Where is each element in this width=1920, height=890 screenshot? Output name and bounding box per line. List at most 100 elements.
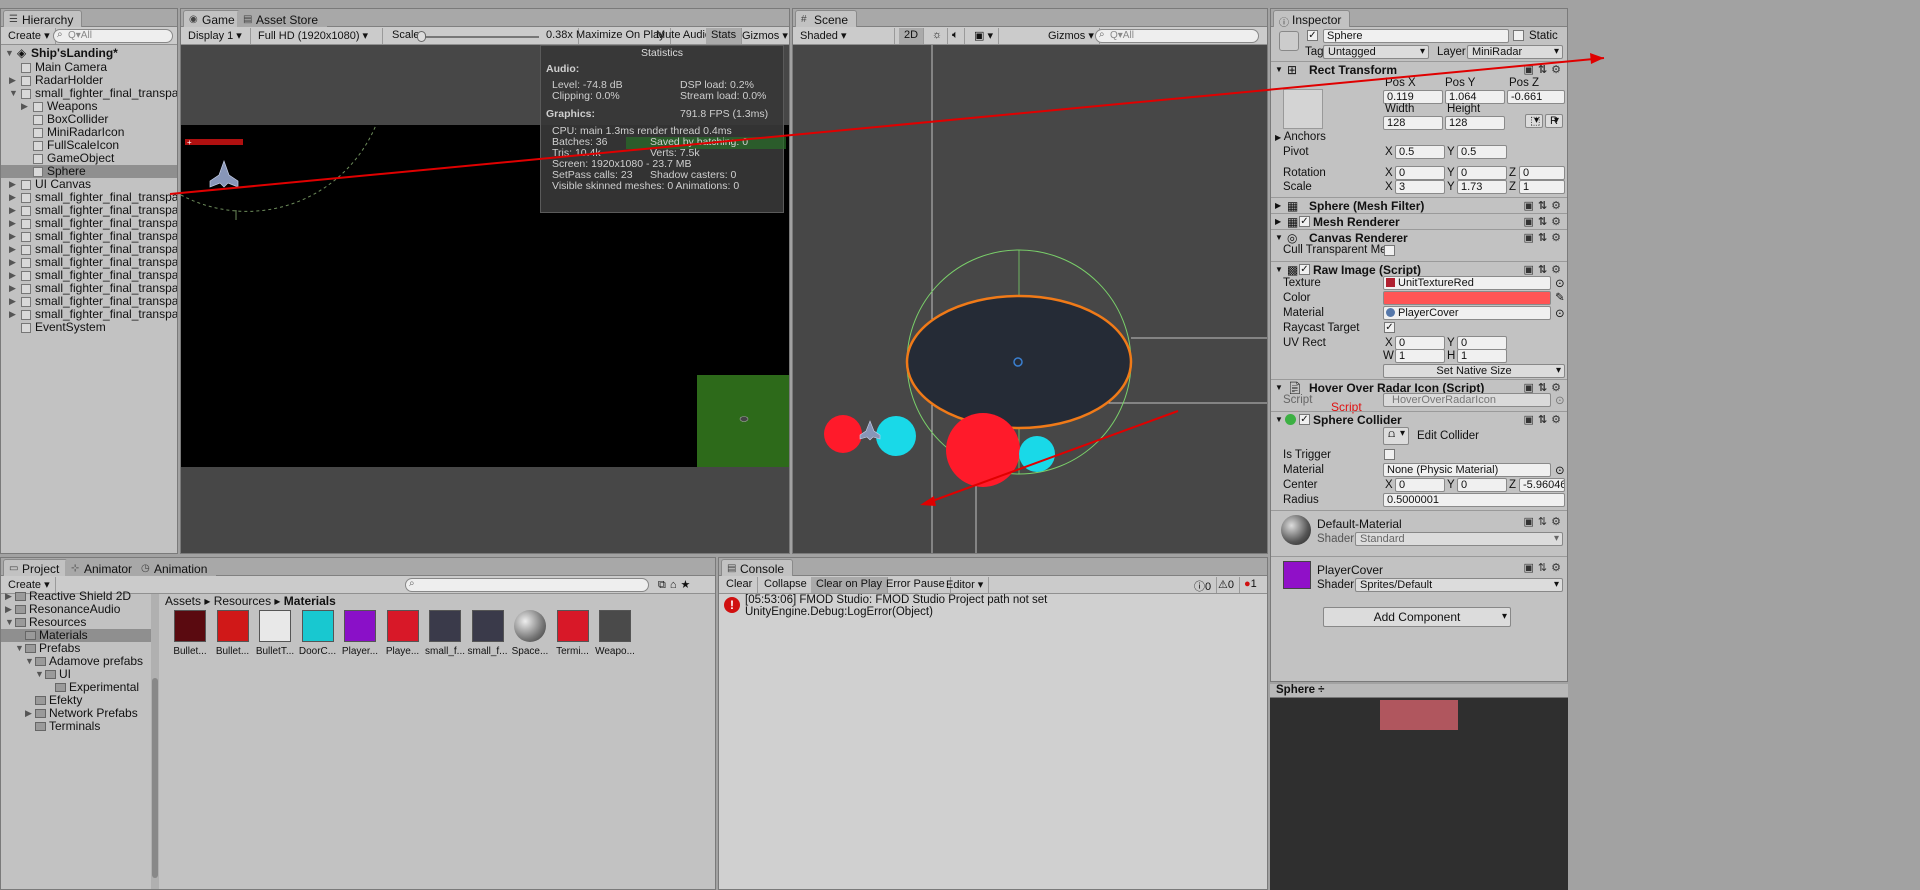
asset-item[interactable]: Player... (338, 610, 382, 657)
component-menu-icons[interactable]: ▣⇅⚙ (1524, 515, 1565, 528)
console-clear-button[interactable]: Clear (721, 577, 759, 593)
expand-arrow-icon[interactable]: ▶ (9, 178, 16, 191)
2d-toggle[interactable]: 2D (899, 28, 925, 44)
hierarchy-item[interactable]: GameObject (1, 152, 177, 165)
raycast-checkbox[interactable]: ✓ (1384, 322, 1395, 333)
effects-dropdown-icon[interactable]: ▣ ▾ (969, 28, 999, 44)
expand-arrow-icon[interactable]: ▶ (9, 74, 16, 87)
component-menu-icons[interactable]: ▣⇅⚙ (1524, 62, 1565, 78)
eyedropper-icon[interactable]: ✎ (1555, 290, 1565, 304)
component-menu-icons[interactable]: ▣⇅⚙ (1524, 561, 1565, 574)
expand-arrow-icon[interactable]: ▶ (9, 191, 16, 204)
posz-field[interactable]: -0.661 (1507, 90, 1565, 104)
expand-arrow-icon[interactable]: ▶ (5, 590, 12, 603)
expand-arrow-icon[interactable]: ▼ (25, 655, 34, 668)
center-y-field[interactable]: 0 (1457, 478, 1507, 492)
scale-y-field[interactable]: 1.73 (1457, 180, 1507, 194)
rotation-x-field[interactable]: 0 (1395, 166, 1445, 180)
gizmos-dropdown[interactable]: Gizmos ▾ (737, 28, 789, 44)
breadcrumb-assets[interactable]: Assets (165, 594, 201, 608)
sphere-collider-header[interactable]: ▼ ✓ Sphere Collider ▣⇅⚙ (1271, 411, 1567, 427)
center-x-field[interactable]: 0 (1395, 478, 1445, 492)
shading-dropdown[interactable]: Shaded ▾ (795, 28, 895, 44)
uv-y-field[interactable]: 0 (1457, 336, 1507, 350)
resolution-dropdown[interactable]: Full HD (1920x1080) ▾ (253, 28, 383, 44)
blueprint-mode-button[interactable]: ⬚ (1525, 114, 1543, 128)
expand-arrow-icon[interactable]: ▶ (9, 204, 16, 217)
folder-tree-scrollbar-thumb[interactable] (152, 678, 158, 878)
expand-arrow-icon[interactable]: ▶ (9, 295, 16, 308)
width-field[interactable]: 128 (1383, 116, 1443, 130)
tab-project[interactable]: ▭ Project (3, 559, 69, 576)
audio-toggle-icon[interactable]: 🔈︎ (947, 28, 965, 44)
asset-item[interactable]: small_f... (423, 610, 467, 657)
mesh-renderer-checkbox[interactable]: ✓ (1299, 216, 1310, 227)
texture-field[interactable]: UnitTextureRed (1383, 276, 1551, 290)
error-count-toggle[interactable]: ●1 (1239, 577, 1262, 593)
editor-dropdown[interactable]: Editor ▾ (941, 577, 990, 593)
expand-arrow-icon[interactable]: ▶ (9, 269, 16, 282)
scene-gizmos-dropdown[interactable]: Gizmos ▾ (1043, 28, 1100, 44)
object-picker-icon[interactable]: ⊙ (1555, 276, 1565, 290)
asset-item[interactable]: Space... (508, 610, 552, 657)
selected-sphere[interactable] (905, 294, 1133, 430)
expand-arrow-icon[interactable]: ▼ (35, 668, 44, 681)
rotation-z-field[interactable]: 0 (1519, 166, 1565, 180)
collider-material-field[interactable]: None (Physic Material) (1383, 463, 1551, 477)
component-menu-icons[interactable]: ▣⇅⚙ (1524, 412, 1565, 428)
radius-field[interactable]: 0.5000001 (1383, 493, 1565, 507)
console-collapse-button[interactable]: Collapse (759, 577, 813, 593)
expand-arrow-icon[interactable]: ▶ (9, 230, 16, 243)
uv-h-field[interactable]: 1 (1457, 349, 1507, 363)
filter-icons[interactable]: ⧉⌂★ (653, 577, 699, 593)
layer-dropdown[interactable]: MiniRadar (1467, 45, 1563, 59)
lighting-toggle-icon[interactable]: ☼ (927, 28, 949, 44)
hierarchy-item[interactable]: EventSystem (1, 321, 177, 334)
raw-edit-button[interactable]: R (1545, 114, 1563, 128)
asset-item[interactable]: Weapo... (593, 610, 637, 657)
pivot-x-field[interactable]: 0.5 (1395, 145, 1445, 159)
expand-arrow-icon[interactable]: ▶ (9, 243, 16, 256)
expand-arrow-icon[interactable]: ▼ (15, 642, 24, 655)
uv-x-field[interactable]: 0 (1395, 336, 1445, 350)
static-checkbox[interactable] (1513, 30, 1524, 41)
material-default[interactable]: Default-Material Shader Standard ▣⇅⚙ (1271, 510, 1567, 554)
scale-slider[interactable] (419, 36, 539, 38)
raw-image-header[interactable]: ▼ ▩ ✓ Raw Image (Script) ▣⇅⚙ (1271, 261, 1567, 277)
folder-item[interactable]: ▼ Adamove prefabs (1, 655, 151, 668)
asset-item[interactable]: small_f... (466, 610, 510, 657)
cull-checkbox[interactable] (1384, 245, 1395, 256)
sphere-collider-checkbox[interactable]: ✓ (1299, 414, 1310, 425)
scene-root[interactable]: ▼ ◈ Ship'sLanding* (1, 45, 177, 61)
hierarchy-search-input[interactable]: Q▾All (53, 29, 173, 43)
uv-w-field[interactable]: 1 (1395, 349, 1445, 363)
component-menu-icons[interactable]: ▣⇅⚙ (1524, 214, 1565, 230)
expand-arrow-icon[interactable]: ▶ (25, 707, 32, 720)
expand-arrow-icon[interactable]: ▶ (5, 603, 12, 616)
expand-arrow-icon[interactable]: ▶ (9, 256, 16, 269)
set-native-size-button[interactable]: Set Native Size (1383, 364, 1565, 378)
scale-slider-handle[interactable] (417, 31, 426, 42)
pivot-y-field[interactable]: 0.5 (1457, 145, 1507, 159)
component-menu-icons[interactable]: ▣⇅⚙ (1524, 230, 1565, 246)
scale-x-field[interactable]: 3 (1395, 180, 1445, 194)
tab-animator[interactable]: ⊹ Animator (65, 559, 142, 576)
expand-arrow-icon[interactable]: ▼ (5, 45, 14, 61)
scene-render[interactable] (793, 45, 1267, 553)
tab-hierarchy[interactable]: ☰ Hierarchy (3, 10, 83, 27)
scale-z-field[interactable]: 1 (1519, 180, 1565, 194)
asset-item[interactable]: DoorC... (296, 610, 340, 657)
rotation-y-field[interactable]: 0 (1457, 166, 1507, 180)
anchors-foldout[interactable]: ▶ Anchors (1275, 131, 1326, 143)
tag-dropdown[interactable]: Untagged (1323, 45, 1429, 59)
active-checkbox[interactable]: ✓ (1307, 30, 1318, 41)
tab-inspector[interactable]: ⓘ Inspector (1273, 10, 1351, 29)
tab-console[interactable]: ▤ Console (721, 559, 794, 576)
asset-item[interactable]: Bullet... (211, 610, 255, 657)
mesh-filter-header[interactable]: ▶ ▦ Sphere (Mesh Filter) ▣⇅⚙ (1271, 197, 1567, 213)
tab-game[interactable]: ◉ Game (183, 10, 244, 27)
breadcrumb-resources[interactable]: Resources (214, 594, 271, 608)
asset-item[interactable]: Termi... (551, 610, 595, 657)
asset-item[interactable]: Bullet... (168, 610, 212, 657)
add-component-button[interactable]: Add Component (1323, 607, 1511, 627)
